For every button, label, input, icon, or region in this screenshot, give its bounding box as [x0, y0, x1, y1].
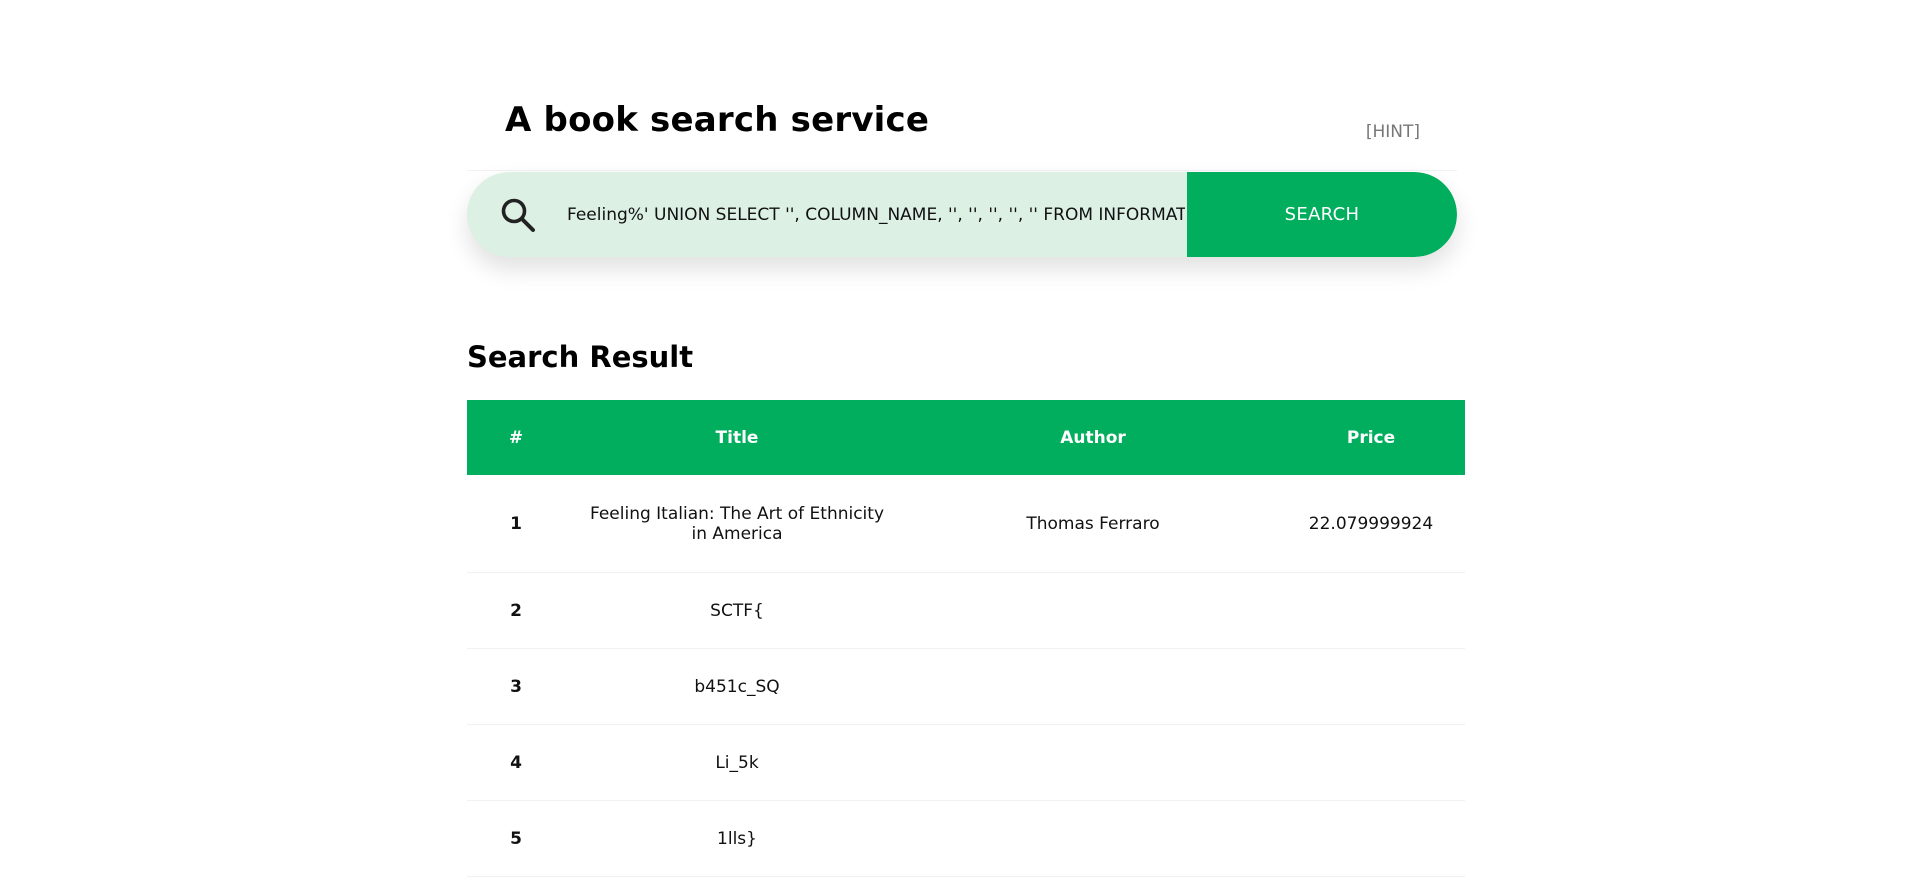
search-input[interactable] — [567, 172, 1185, 257]
book-title: Feeling Italian: The Art of Ethnicity in… — [565, 475, 909, 573]
table-row: 2 SCTF{ — [467, 572, 1465, 649]
table-row: 5 1lls} — [467, 800, 1465, 877]
book-price — [1277, 724, 1465, 801]
book-author — [909, 724, 1277, 801]
book-author — [909, 800, 1277, 877]
page-header: A book search service [HINT] — [467, 90, 1457, 171]
hint-link[interactable]: [HINT] — [1366, 122, 1420, 142]
table-row: 1 Feeling Italian: The Art of Ethnicity … — [467, 475, 1465, 573]
row-number: 5 — [467, 800, 565, 877]
table-row: 4 Li_5k — [467, 724, 1465, 801]
book-author: Thomas Ferraro — [909, 475, 1277, 573]
column-header-title: Title — [565, 400, 909, 475]
row-number: 3 — [467, 648, 565, 725]
book-title: 1lls} — [565, 800, 909, 877]
column-header-price: Price — [1277, 400, 1465, 475]
book-price: 22.079999924 — [1277, 475, 1465, 573]
table-header-row: # Title Author Price — [467, 400, 1465, 475]
search-button[interactable]: SEARCH — [1187, 172, 1457, 257]
book-price — [1277, 572, 1465, 649]
row-number: 4 — [467, 724, 565, 801]
results-table: # Title Author Price 1 Feeling Italian: … — [467, 400, 1465, 877]
page-title: A book search service — [505, 100, 930, 140]
book-author — [909, 572, 1277, 649]
search-bar: SEARCH — [467, 172, 1457, 257]
column-header-number: # — [467, 400, 565, 475]
book-price — [1277, 800, 1465, 877]
search-result-heading: Search Result — [467, 340, 694, 374]
search-icon — [501, 198, 535, 232]
column-header-author: Author — [909, 400, 1277, 475]
book-title: SCTF{ — [565, 572, 909, 649]
table-row: 3 b451c_SQ — [467, 648, 1465, 725]
row-number: 1 — [467, 475, 565, 573]
book-title: Li_5k — [565, 724, 909, 801]
book-author — [909, 648, 1277, 725]
book-price — [1277, 648, 1465, 725]
book-title: b451c_SQ — [565, 648, 909, 725]
row-number: 2 — [467, 572, 565, 649]
